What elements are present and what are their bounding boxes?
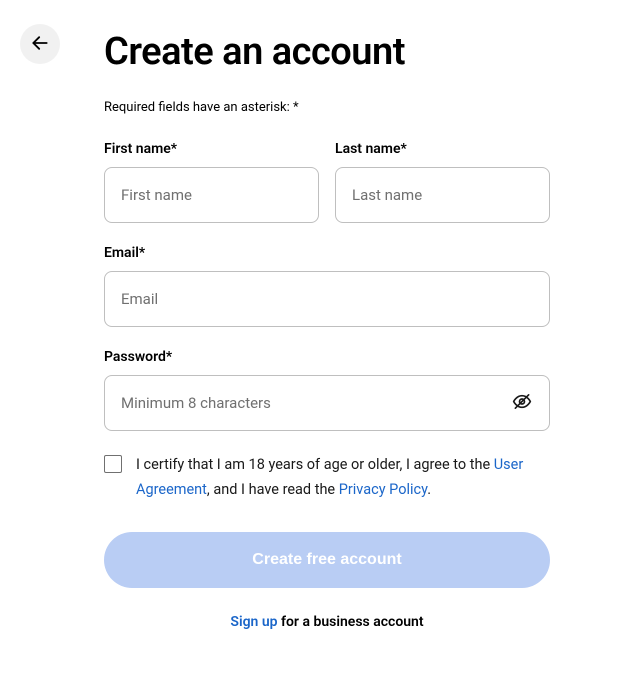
privacy-policy-link[interactable]: Privacy Policy — [339, 481, 428, 498]
toggle-password-visibility-button[interactable] — [508, 388, 536, 419]
back-button[interactable] — [20, 24, 60, 64]
password-label: Password* — [104, 349, 550, 365]
create-account-button[interactable]: Create free account — [104, 532, 550, 588]
consent-part3: . — [427, 481, 431, 498]
page-title: Create an account — [104, 30, 550, 74]
consent-part1: I certify that I am 18 years of age or o… — [136, 456, 494, 473]
email-label: Email* — [104, 245, 550, 261]
signup-business-link[interactable]: Sign up — [230, 614, 277, 630]
consent-part2: , and I have read the — [207, 481, 339, 498]
footer-rest: for a business account — [278, 614, 424, 630]
last-name-label: Last name* — [335, 141, 550, 157]
required-note: Required fields have an asterisk: * — [104, 100, 550, 115]
last-name-input[interactable] — [335, 167, 550, 223]
first-name-label: First name* — [104, 141, 319, 157]
eye-off-icon — [512, 392, 532, 415]
consent-text: I certify that I am 18 years of age or o… — [136, 453, 550, 502]
first-name-input[interactable] — [104, 167, 319, 223]
footer-text: Sign up for a business account — [104, 614, 550, 630]
consent-checkbox[interactable] — [104, 455, 122, 473]
arrow-left-icon — [30, 33, 50, 56]
email-input[interactable] — [104, 271, 550, 327]
password-input[interactable] — [104, 375, 550, 431]
